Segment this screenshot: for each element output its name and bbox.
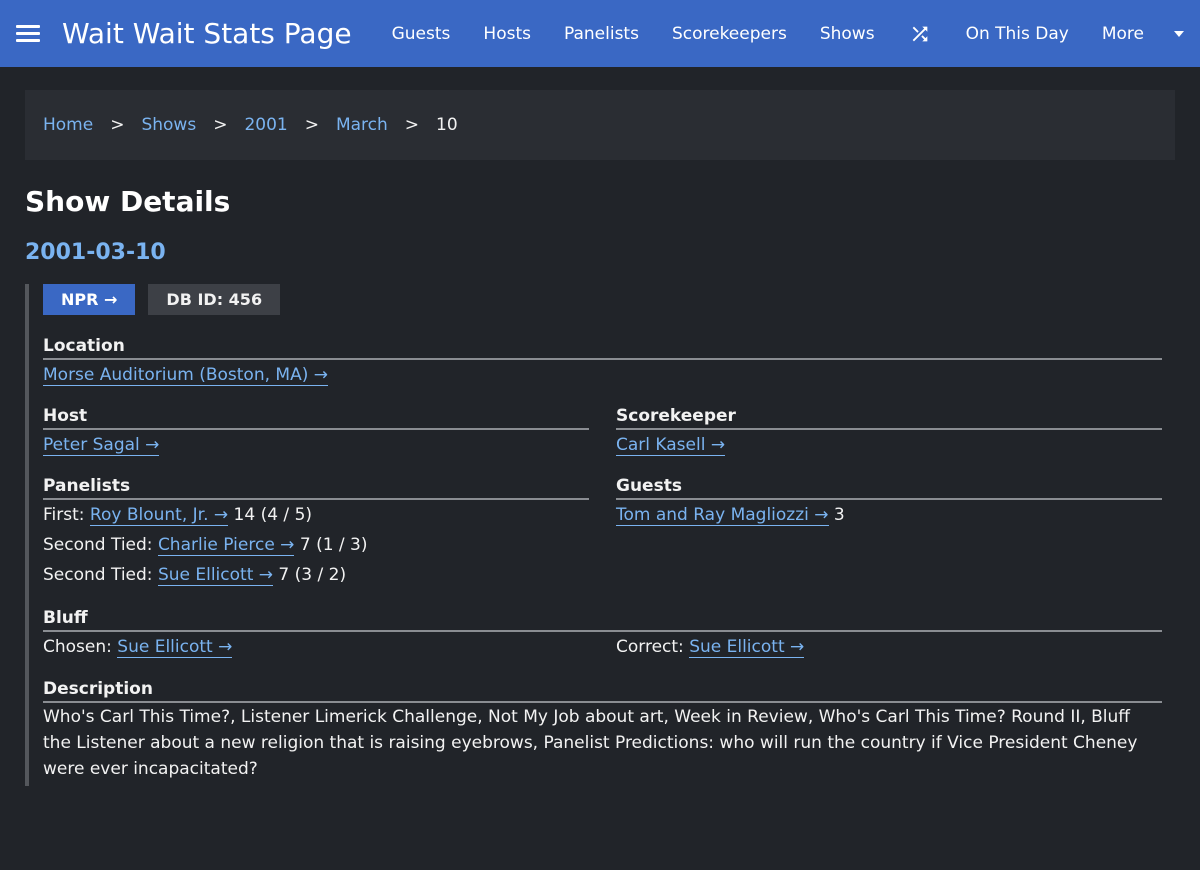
breadcrumb-separator: >: [110, 115, 125, 135]
panelist-score: 14 (4 / 5): [233, 505, 313, 525]
nav-menu: Guests Hosts Panelists Scorekeepers Show…: [392, 0, 1200, 67]
guest-score: 3: [833, 505, 845, 525]
guests-label: Guests: [616, 476, 1162, 500]
breadcrumb-separator: >: [213, 115, 228, 135]
nav-on-this-day[interactable]: On This Day: [966, 24, 1069, 44]
breadcrumb-current: 10: [436, 115, 458, 135]
hamburger-menu-icon[interactable]: [16, 24, 40, 43]
bluff-chosen: Chosen: Sue Ellicott →: [43, 632, 589, 662]
breadcrumb-separator: >: [304, 115, 319, 135]
nav-hosts[interactable]: Hosts: [483, 24, 531, 44]
description-text: Who's Carl This Time?, Listener Limerick…: [43, 707, 1138, 779]
nav-panelists[interactable]: Panelists: [564, 24, 639, 44]
host-link[interactable]: Peter Sagal →: [43, 435, 160, 456]
location-label: Location: [43, 336, 1162, 360]
guest-link[interactable]: Tom and Ray Magliozzi →: [616, 505, 829, 526]
panelist-row: Second Tied: Sue Ellicott → 7 (3 / 2): [43, 560, 589, 590]
panelist-row: First: Roy Blount, Jr. → 14 (4 / 5): [43, 500, 589, 530]
breadcrumb-separator: >: [404, 115, 420, 135]
scorekeeper-link[interactable]: Carl Kasell →: [616, 435, 726, 456]
panelist-row: Second Tied: Charlie Pierce → 7 (1 / 3): [43, 530, 589, 560]
page-title: Show Details: [25, 185, 231, 218]
breadcrumb-month[interactable]: March: [336, 115, 388, 135]
top-navbar: Wait Wait Stats Page Guests Hosts Paneli…: [0, 0, 1200, 67]
panelist-score: 7 (3 / 2): [278, 565, 347, 585]
panelist-place: First:: [43, 505, 85, 525]
breadcrumb-year[interactable]: 2001: [244, 115, 287, 135]
host-scorekeeper-row: Host Peter Sagal → Scorekeeper Carl Kase…: [43, 406, 1162, 460]
show-details-panel: NPR → DB ID: 456 Location Morse Auditori…: [25, 284, 1162, 786]
host-label: Host: [43, 406, 589, 430]
breadcrumb: Home > Shows > 2001 > March > 10: [25, 90, 1175, 160]
location-link[interactable]: Morse Auditorium (Boston, MA) →: [43, 365, 328, 386]
scorekeeper-label: Scorekeeper: [616, 406, 1162, 430]
panelist-place: Second Tied:: [43, 565, 153, 585]
bluff-chosen-link[interactable]: Sue Ellicott →: [117, 637, 233, 658]
panelist-place: Second Tied:: [43, 535, 153, 555]
panelist-link[interactable]: Roy Blount, Jr. →: [89, 505, 229, 526]
bluff-section: Bluff Chosen: Sue Ellicott → Correct: Su…: [43, 608, 1162, 662]
npr-link-button[interactable]: NPR →: [43, 284, 136, 315]
guest-row: Tom and Ray Magliozzi → 3: [616, 500, 1162, 530]
panelists-section: Panelists First: Roy Blount, Jr. → 14 (4…: [43, 476, 589, 590]
shuffle-icon[interactable]: [908, 22, 932, 46]
description-section: Description Who's Carl This Time?, Liste…: [43, 679, 1162, 782]
host-section: Host Peter Sagal →: [43, 406, 589, 460]
bluff-correct-label: Correct:: [616, 637, 684, 657]
location-section: Location Morse Auditorium (Boston, MA) →: [43, 336, 1162, 390]
nav-scorekeepers[interactable]: Scorekeepers: [672, 24, 787, 44]
panelists-label: Panelists: [43, 476, 589, 500]
nav-guests[interactable]: Guests: [392, 24, 451, 44]
bluff-label: Bluff: [43, 608, 1162, 632]
scorekeeper-section: Scorekeeper Carl Kasell →: [616, 406, 1162, 460]
bluff-correct: Correct: Sue Ellicott →: [616, 632, 1162, 662]
description-label: Description: [43, 679, 1162, 703]
panelist-link[interactable]: Sue Ellicott →: [157, 565, 274, 586]
bluff-chosen-label: Chosen:: [43, 637, 112, 657]
panelist-score: 7 (1 / 3): [299, 535, 368, 555]
panelist-link[interactable]: Charlie Pierce →: [157, 535, 295, 556]
show-date-link[interactable]: 2001-03-10: [25, 239, 166, 267]
badge-row: NPR → DB ID: 456: [43, 284, 1162, 315]
breadcrumb-shows[interactable]: Shows: [141, 115, 196, 135]
guests-section: Guests Tom and Ray Magliozzi → 3: [616, 476, 1162, 590]
nav-shows[interactable]: Shows: [820, 24, 875, 44]
nav-more-dropdown[interactable]: More: [1102, 24, 1184, 44]
db-id-badge: DB ID: 456: [148, 284, 281, 315]
nav-more-label: More: [1101, 23, 1144, 44]
bluff-correct-link[interactable]: Sue Ellicott →: [689, 637, 805, 658]
caret-down-icon: [1174, 30, 1184, 37]
site-title[interactable]: Wait Wait Stats Page: [62, 17, 352, 50]
breadcrumb-home[interactable]: Home: [43, 115, 93, 135]
panelists-guests-row: Panelists First: Roy Blount, Jr. → 14 (4…: [43, 476, 1162, 590]
